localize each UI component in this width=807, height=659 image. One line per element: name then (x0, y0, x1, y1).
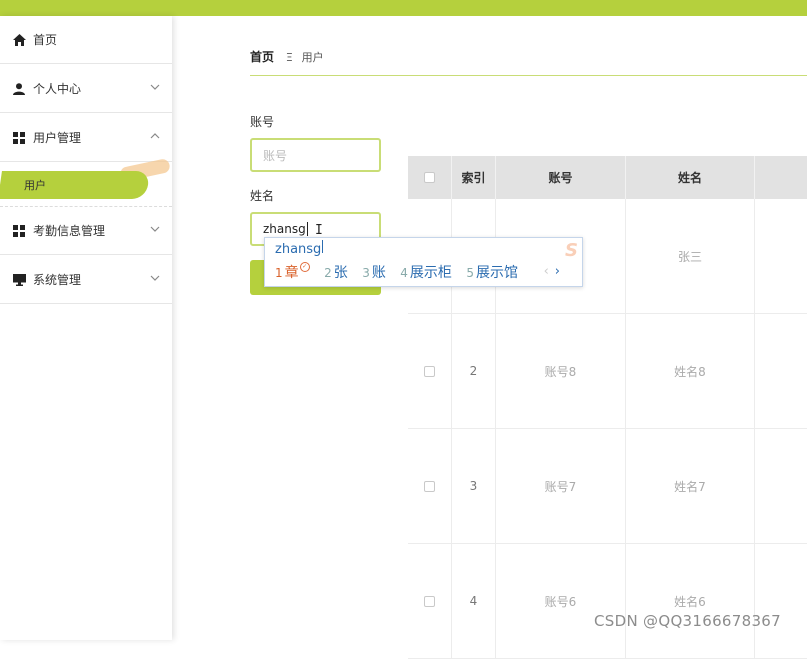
breadcrumb-divider (250, 75, 807, 76)
grid-icon (12, 224, 26, 238)
column-header-name[interactable]: 姓名 (626, 156, 755, 199)
watermark: CSDN @QQ3166678367 (594, 612, 781, 630)
row-name: 姓名7 (626, 429, 755, 543)
sidebar-item-label: 用户管理 (33, 131, 82, 145)
row-checkbox-cell (408, 544, 452, 658)
ime-candidate[interactable]: 2张 (324, 265, 348, 281)
table-row[interactable]: 2 账号8 姓名8 (408, 314, 807, 429)
breadcrumb-home[interactable]: 首页 (250, 50, 274, 64)
ime-candidate-list: 1 章 ✓ 2张 3账 4 展示柜 5 展示馆 (275, 262, 528, 282)
row-checkbox-cell (408, 429, 452, 543)
ime-candidate-window: S zhansg 1 章 ✓ 2张 3账 4 展示柜 5 展示馆 ‹ › (264, 237, 583, 287)
sidebar-subitem-label: 用户 (24, 179, 46, 192)
ime-next-page-icon[interactable]: › (555, 264, 560, 279)
ime-composition: zhansg (275, 240, 324, 257)
sidebar-item-personal-center[interactable]: 个人中心 (0, 65, 172, 113)
column-header-extra (755, 156, 807, 199)
column-header-account[interactable]: 账号 (496, 156, 626, 199)
row-extra (755, 314, 807, 428)
row-extra (755, 199, 807, 313)
account-input[interactable]: 账号 (250, 138, 381, 172)
sidebar-item-system-management[interactable]: 系统管理 (0, 256, 172, 304)
chevron-down-icon (150, 275, 160, 281)
row-checkbox-cell (408, 314, 452, 428)
row-account: 账号7 (496, 429, 626, 543)
name-label: 姓名 (250, 189, 275, 203)
ime-candidate[interactable]: 1 章 ✓ (275, 262, 310, 281)
row-name: 姓名6 (626, 544, 755, 658)
table-header: 索引 账号 姓名 (408, 156, 807, 199)
row-extra (755, 544, 807, 658)
data-table: 索引 账号 姓名 张三 2 账号8 姓名8 3 账号7 姓名7 4 账号6 姓名… (408, 156, 807, 659)
home-icon (12, 33, 26, 47)
name-input-value: zhansg (263, 222, 306, 236)
sidebar-item-attendance-management[interactable]: 考勤信息管理 (0, 207, 172, 255)
sidebar-item-home[interactable]: 首页 (0, 16, 172, 64)
sidebar-item-label: 首页 (33, 33, 58, 47)
top-bar (0, 0, 807, 16)
ime-candidate[interactable]: 5 展示馆 (466, 265, 518, 281)
ime-logo-icon: S (565, 240, 578, 261)
chevron-down-icon (150, 226, 160, 232)
ime-candidate[interactable]: 3账 (362, 265, 386, 281)
row-index: 4 (452, 544, 496, 658)
row-extra (755, 429, 807, 543)
row-name: 张三 (626, 199, 755, 313)
ime-candidate[interactable]: 4 展示柜 (400, 265, 452, 281)
row-account: 账号6 (496, 544, 626, 658)
sidebar: 首页 个人中心 用户管理 用户 考勤信息管理 系统管理 (0, 16, 172, 640)
ime-composition-text: zhansg (275, 242, 322, 257)
row-checkbox[interactable] (424, 365, 435, 377)
row-name: 姓名8 (626, 314, 755, 428)
ime-page-nav: ‹ › (544, 264, 560, 279)
row-checkbox[interactable] (424, 480, 435, 492)
chevron-up-icon (150, 133, 160, 139)
select-all-cell (408, 156, 452, 199)
breadcrumb-separator: Ξ (285, 51, 293, 64)
table-row[interactable]: 3 账号7 姓名7 (408, 429, 807, 544)
row-checkbox[interactable] (424, 595, 435, 607)
select-all-checkbox[interactable] (424, 172, 435, 183)
text-cursor (306, 222, 308, 236)
sidebar-item-user-management[interactable]: 用户管理 (0, 114, 172, 162)
row-index: 3 (452, 429, 496, 543)
active-indicator (0, 171, 150, 199)
account-label: 账号 (250, 115, 275, 129)
check-badge-icon: ✓ (299, 262, 310, 272)
breadcrumb-current: 用户 (301, 51, 324, 64)
sidebar-item-label: 系统管理 (33, 273, 82, 287)
column-header-index[interactable]: 索引 (452, 156, 496, 199)
chevron-down-icon (150, 84, 160, 90)
ime-prev-page-icon[interactable]: ‹ (544, 264, 549, 279)
row-index: 2 (452, 314, 496, 428)
account-placeholder: 账号 (263, 148, 288, 163)
sidebar-item-label: 考勤信息管理 (33, 224, 106, 238)
row-account: 账号8 (496, 314, 626, 428)
breadcrumb: 首页 Ξ 用户 (250, 48, 324, 65)
ibeam-cursor-icon: I (315, 223, 323, 238)
ime-cursor (322, 240, 324, 253)
sidebar-subitem-user[interactable]: 用户 (0, 157, 172, 207)
monitor-icon (12, 273, 26, 287)
sidebar-item-label: 个人中心 (33, 82, 82, 96)
table-row[interactable]: 4 账号6 姓名6 (408, 544, 807, 659)
user-icon (12, 82, 26, 96)
grid-icon (12, 131, 26, 145)
